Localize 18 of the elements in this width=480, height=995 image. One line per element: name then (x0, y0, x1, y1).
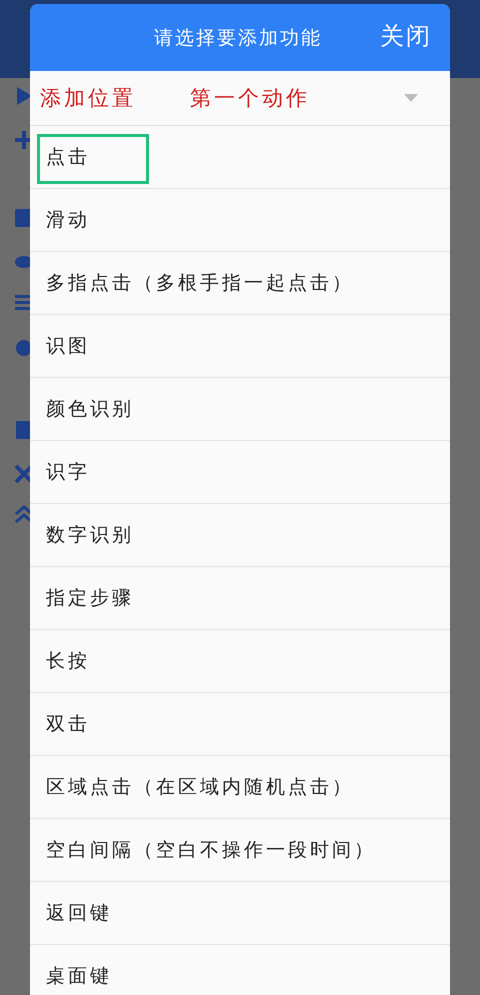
function-item[interactable]: 数字识别 (30, 504, 450, 567)
function-item[interactable]: 空白间隔（空白不操作一段时间） (30, 819, 450, 882)
function-item[interactable]: 颜色识别 (30, 378, 450, 441)
function-item[interactable]: 滑动 (30, 189, 450, 252)
dialog-title: 请选择要添加功能 (154, 26, 322, 50)
function-item[interactable]: 桌面键 (30, 945, 450, 995)
function-item[interactable]: 长按 (30, 630, 450, 693)
position-dropdown[interactable]: 第一个动作 (190, 84, 310, 112)
function-item[interactable]: 多指点击（多根手指一起点击） (30, 252, 450, 315)
function-item[interactable]: 双击 (30, 693, 450, 756)
position-label: 添加位置 (40, 85, 136, 112)
function-item[interactable]: 指定步骤 (30, 567, 450, 630)
function-item[interactable]: 返回键 (30, 882, 450, 945)
close-button[interactable]: 关闭 (380, 20, 432, 52)
function-item[interactable]: 点击 (30, 126, 450, 189)
function-item[interactable]: 识字 (30, 441, 450, 504)
function-item[interactable]: 识图 (30, 315, 450, 378)
function-item[interactable]: 区域点击（在区域内随机点击） (30, 756, 450, 819)
